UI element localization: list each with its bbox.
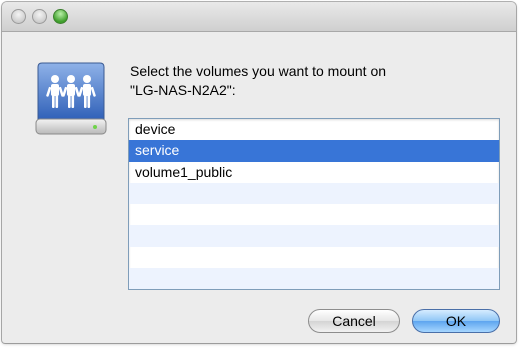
prompt-line-2: "LG-NAS-N2A2": [130,82,236,98]
empty-list-row [129,225,499,247]
empty-list-row [129,268,499,289]
volume-item-device[interactable]: device [129,119,499,140]
empty-list-row [129,204,499,225]
prompt-line-1: Select the volumes you want to mount on [130,63,387,79]
volume-item-service[interactable]: service [129,140,499,162]
dialog-message: Select the volumes you want to mount on … [130,62,386,100]
title-bar [2,2,516,32]
empty-list-row [129,247,499,268]
close-icon[interactable] [11,9,26,24]
volume-list[interactable]: device service volume1_public [128,118,500,290]
zoom-icon[interactable] [53,9,68,24]
volume-item-volume1-public[interactable]: volume1_public [129,162,499,183]
network-server-icon [35,62,107,135]
empty-list-row [129,182,499,205]
minimize-icon[interactable] [32,9,47,24]
mount-volumes-dialog: Select the volumes you want to mount on … [2,2,516,343]
cancel-button[interactable]: Cancel [308,309,400,333]
ok-button[interactable]: OK [412,309,500,333]
